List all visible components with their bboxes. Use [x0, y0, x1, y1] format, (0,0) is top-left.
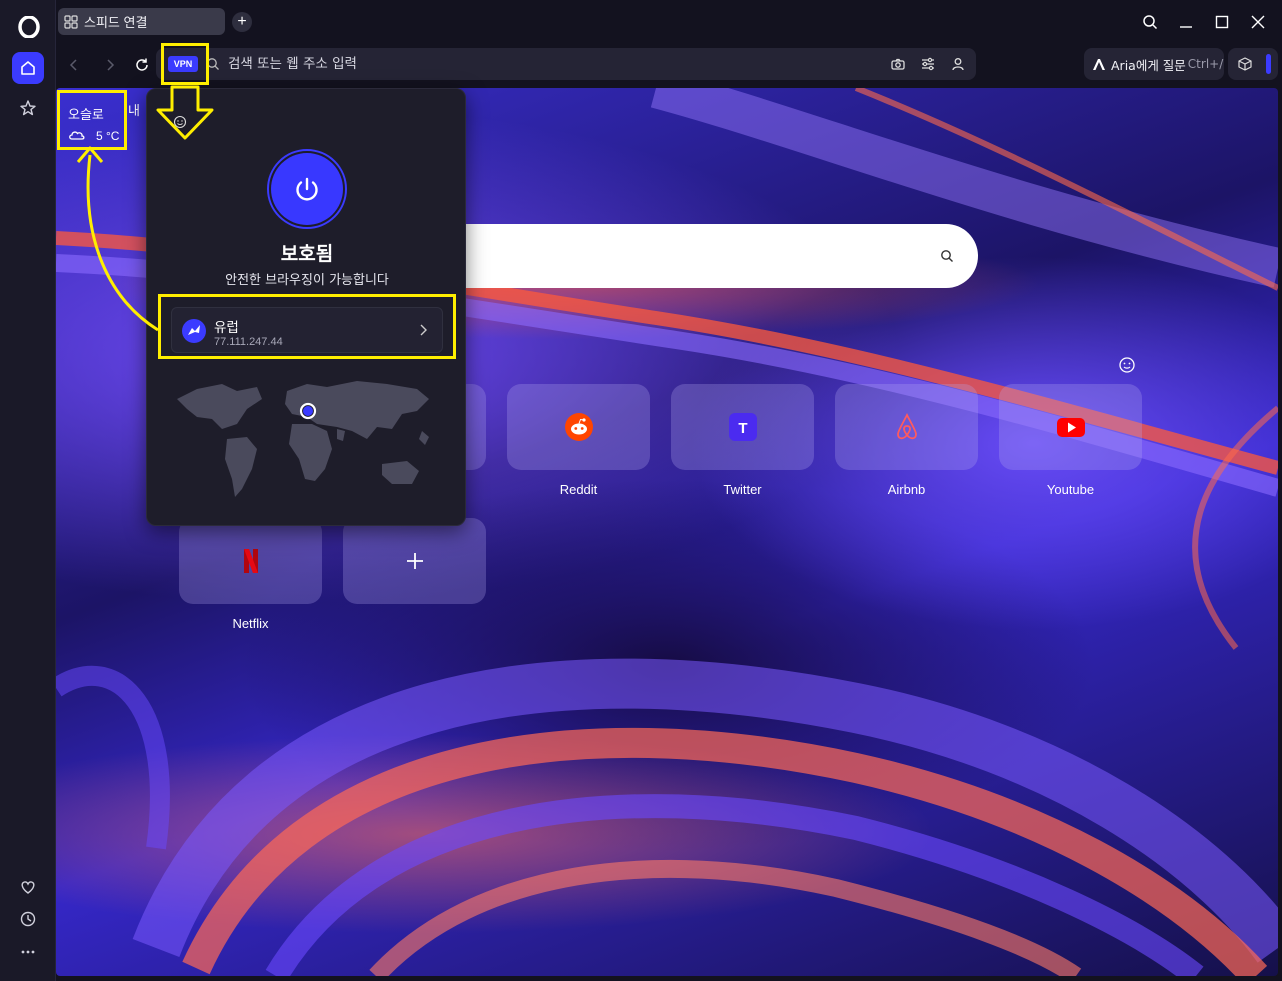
sidebar-more-button[interactable] [12, 936, 44, 968]
youtube-icon [1056, 418, 1085, 437]
home-icon [21, 61, 35, 75]
weather-widget[interactable]: 오슬로 5 °C [60, 92, 126, 148]
tab-search-button[interactable] [1138, 10, 1162, 34]
vpn-description: 안전한 브라우징이 가능합니다 [225, 273, 389, 288]
tab-speed-dial[interactable]: 스피드 연결 [58, 8, 225, 35]
star-icon [20, 100, 36, 116]
browser-window: 스피드 연결 + VPN 검색 또는 웹 주소 입력 Aria에게 질문 Ctr… [0, 0, 1282, 981]
reload-button[interactable] [132, 55, 152, 75]
vpn-power-button[interactable] [271, 153, 343, 225]
sidebar-favorites-button[interactable] [12, 871, 44, 903]
location-icon [182, 319, 206, 343]
tab-strip: 스피드 연결 + [56, 0, 1282, 44]
speed-dial-label: Netflix [232, 616, 269, 631]
weather-city: 오슬로 [68, 108, 104, 123]
speed-dial-tile-youtube[interactable] [999, 384, 1142, 470]
camera-icon[interactable] [890, 56, 906, 72]
vpn-location-selector[interactable]: 유럽 77.111.247.44 [171, 307, 443, 353]
vpn-badge-button[interactable]: VPN [168, 56, 198, 72]
vpn-location-ip: 77.111.247.44 [214, 336, 283, 348]
toolbar: VPN Aria에게 질문 Ctrl+/ [56, 44, 1282, 86]
smiley-icon[interactable] [1118, 356, 1136, 374]
sidebar-accent-bar [1266, 54, 1271, 74]
vpn-location-name: 유럽 [214, 320, 239, 336]
extensions-button[interactable] [1228, 48, 1278, 80]
sidebar [0, 0, 56, 981]
arrow-left-icon [69, 59, 77, 71]
speed-dial-tile-twitter[interactable]: T [671, 384, 814, 470]
svg-text:T: T [738, 420, 747, 437]
speed-dial-label: Airbnb [887, 482, 926, 497]
cloud-icon [69, 131, 85, 140]
add-icon [406, 553, 423, 569]
url-input[interactable] [228, 48, 828, 80]
speed-dial-search-box[interactable] [456, 224, 978, 288]
sidebar-home-button[interactable] [12, 52, 44, 84]
address-bar: VPN [156, 48, 976, 80]
arrow-right-icon [107, 59, 115, 71]
more-dots-icon [21, 950, 35, 954]
power-icon [296, 177, 318, 201]
airbnb-icon [896, 412, 917, 440]
netflix-icon [243, 549, 258, 573]
search-icon [941, 250, 953, 262]
tab-title: 스피드 연결 [84, 15, 148, 30]
weather-more-label: 내 [128, 104, 140, 119]
speed-dial-label: Youtube [1046, 482, 1095, 497]
vpn-status: 보호됨 [280, 243, 334, 265]
speed-dial-label: Reddit [559, 482, 598, 497]
minimize-button[interactable] [1174, 10, 1198, 34]
weather-temperature: 5 °C [96, 129, 120, 143]
back-button[interactable] [64, 55, 84, 75]
aria-label: Aria에게 질문 [1111, 57, 1186, 73]
close-button[interactable] [1246, 10, 1270, 34]
sidebar-bookmarks-button[interactable] [12, 92, 44, 124]
speed-dial-add-button[interactable] [343, 518, 486, 604]
maximize-button[interactable] [1210, 10, 1234, 34]
profile-icon[interactable] [950, 56, 966, 72]
sidebar-history-button[interactable] [12, 903, 44, 935]
grid-icon [64, 14, 78, 29]
close-icon [1251, 15, 1265, 29]
speed-dial-tile-reddit[interactable] [507, 384, 650, 470]
maximize-icon [1215, 15, 1229, 29]
world-map [177, 381, 429, 497]
search-icon [207, 58, 219, 70]
vpn-popup: 보호됨 안전한 브라우징이 가능합니다 유럽 77.111.247.44 [146, 88, 466, 526]
smiley-icon [173, 115, 187, 129]
forward-button[interactable] [100, 55, 120, 75]
chevron-right-icon [420, 324, 427, 336]
cube-icon [1238, 57, 1252, 71]
opera-logo-icon[interactable] [18, 16, 40, 38]
speed-dial-tile-airbnb[interactable] [835, 384, 978, 470]
search-icon [1143, 15, 1158, 30]
heart-icon [21, 881, 35, 894]
speed-dial-label: Twitter [723, 482, 762, 497]
clock-icon [20, 911, 36, 927]
easy-setup-icon[interactable] [920, 56, 936, 72]
aria-shortcut: Ctrl+/ [1187, 57, 1224, 71]
twitter-t-icon: T [728, 413, 757, 441]
reddit-icon [564, 413, 593, 441]
minimize-icon [1180, 26, 1192, 28]
speed-dial-tile-netflix[interactable] [179, 518, 322, 604]
reload-icon [136, 58, 148, 71]
new-tab-button[interactable]: + [232, 12, 252, 32]
aria-ask-button[interactable]: Aria에게 질문 Ctrl+/ [1084, 48, 1224, 80]
aria-icon [1093, 59, 1105, 70]
